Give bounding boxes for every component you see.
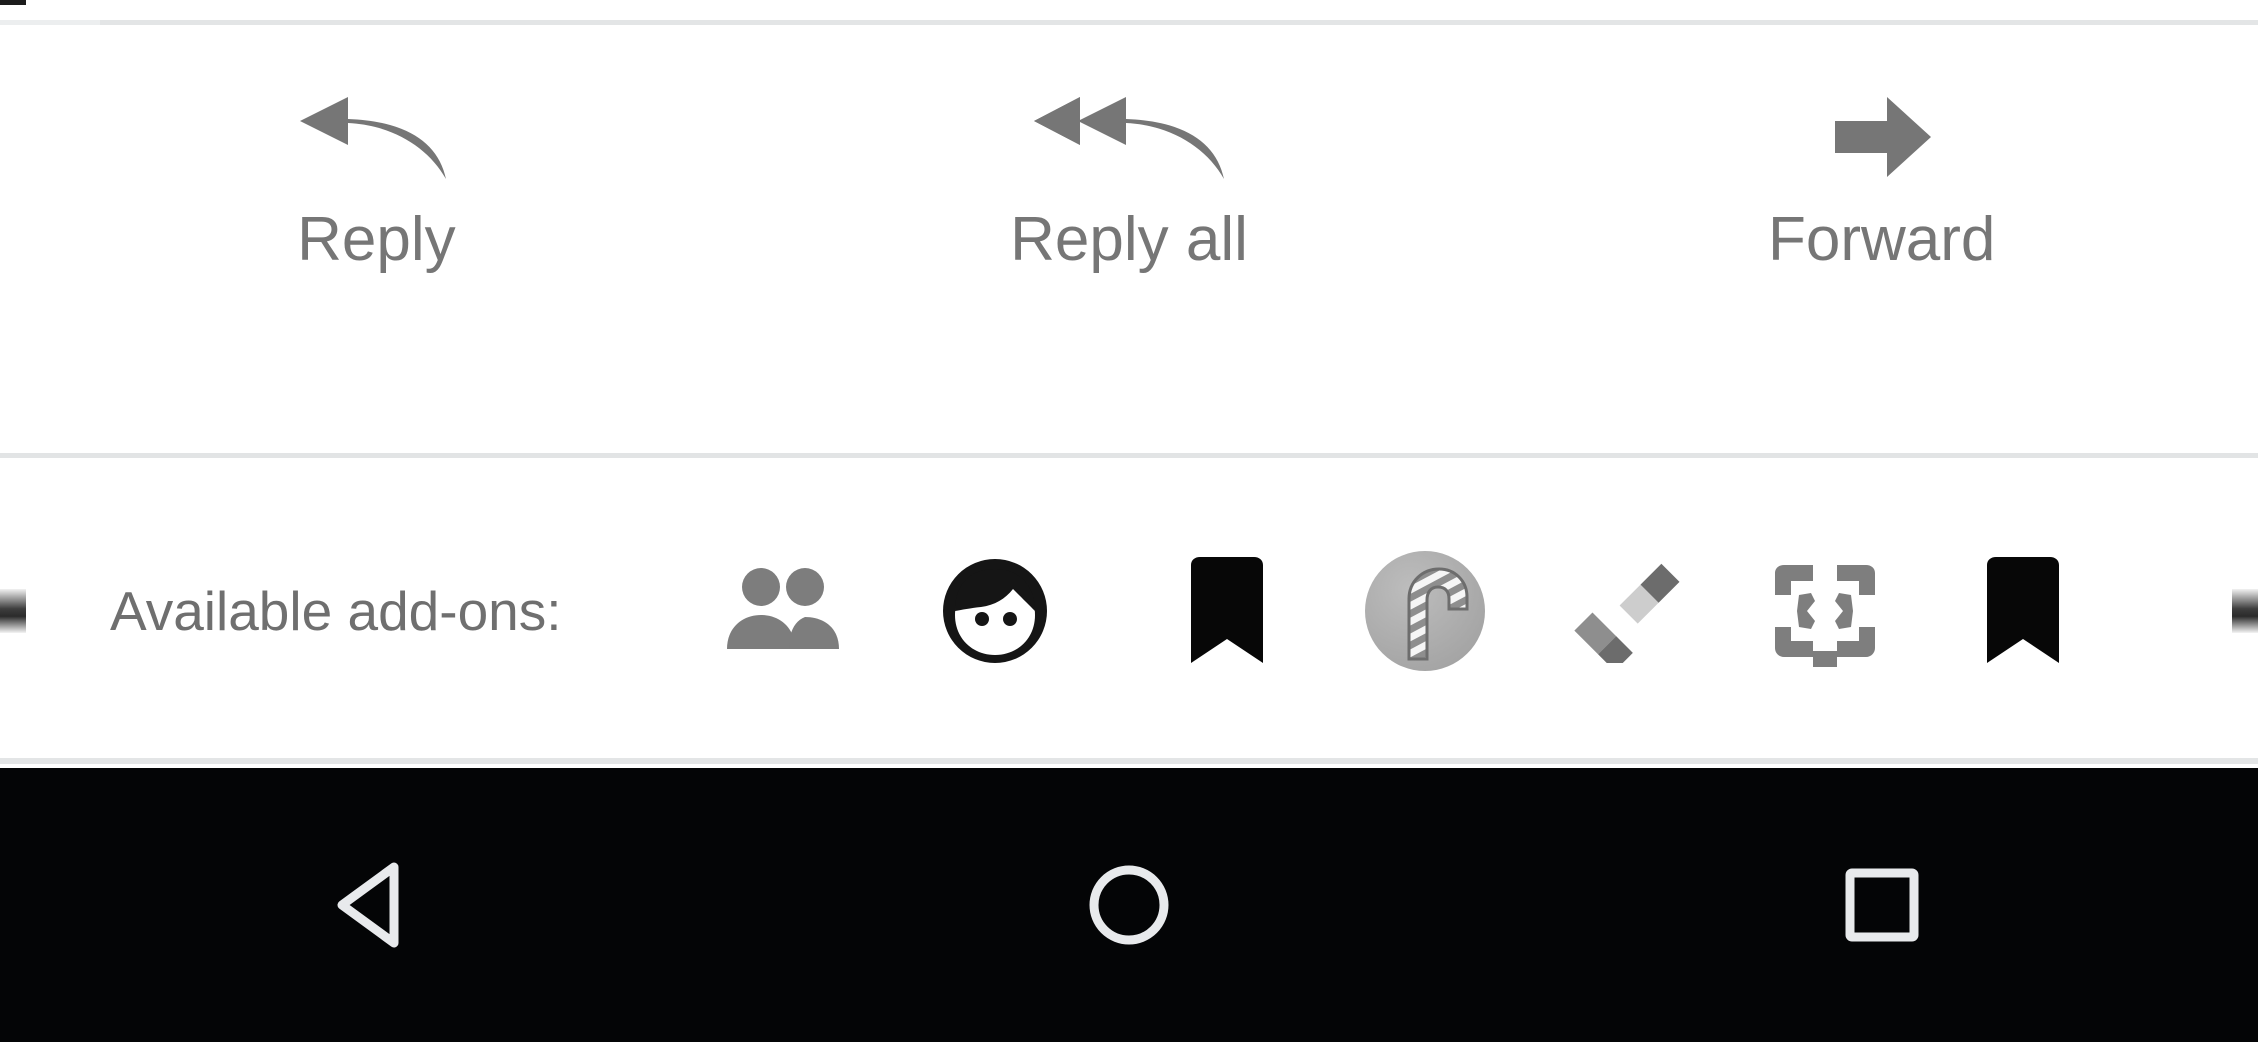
addons-row: Available add-ons: [0,458,2258,764]
reply-all-button[interactable]: Reply all [753,25,1506,272]
people-group-icon[interactable] [718,546,848,676]
recents-button[interactable] [1505,768,2258,1042]
addons-strip[interactable]: Available add-ons: [0,458,2258,764]
reply-label: Reply [297,205,456,274]
bookmark-icon[interactable] [1162,546,1292,676]
message-action-bar: Reply Reply all Forward [0,25,2258,455]
candy-cane-circle-icon[interactable] [1360,546,1490,676]
forward-button[interactable]: Forward [1505,25,2258,272]
clipped-addon-icon-right[interactable] [2232,589,2258,633]
reply-all-arrow-icon [1024,93,1234,181]
home-button[interactable] [753,768,1506,1042]
top-scroll-stub [0,0,26,5]
bookmark-icon[interactable] [1958,546,2088,676]
addons-label: Available add-ons: [110,580,562,642]
forward-label: Forward [1767,205,1996,274]
checkmark-icon[interactable] [1556,546,1686,676]
reply-arrow-icon [296,93,456,181]
code-brackets-icon[interactable] [1760,546,1890,676]
android-navigation-bar [0,768,2258,1042]
reply-button[interactable]: Reply [0,25,753,272]
addons-bottom-divider [0,758,2258,764]
back-triangle-icon [324,853,428,957]
back-button[interactable] [0,768,753,1042]
home-circle-icon [1077,853,1181,957]
clipped-addon-icon-left[interactable] [0,589,26,633]
recents-square-icon [1830,853,1934,957]
reply-all-label: Reply all [1010,205,1248,274]
forward-arrow-icon [1827,93,1937,181]
person-face-icon[interactable] [930,546,1060,676]
